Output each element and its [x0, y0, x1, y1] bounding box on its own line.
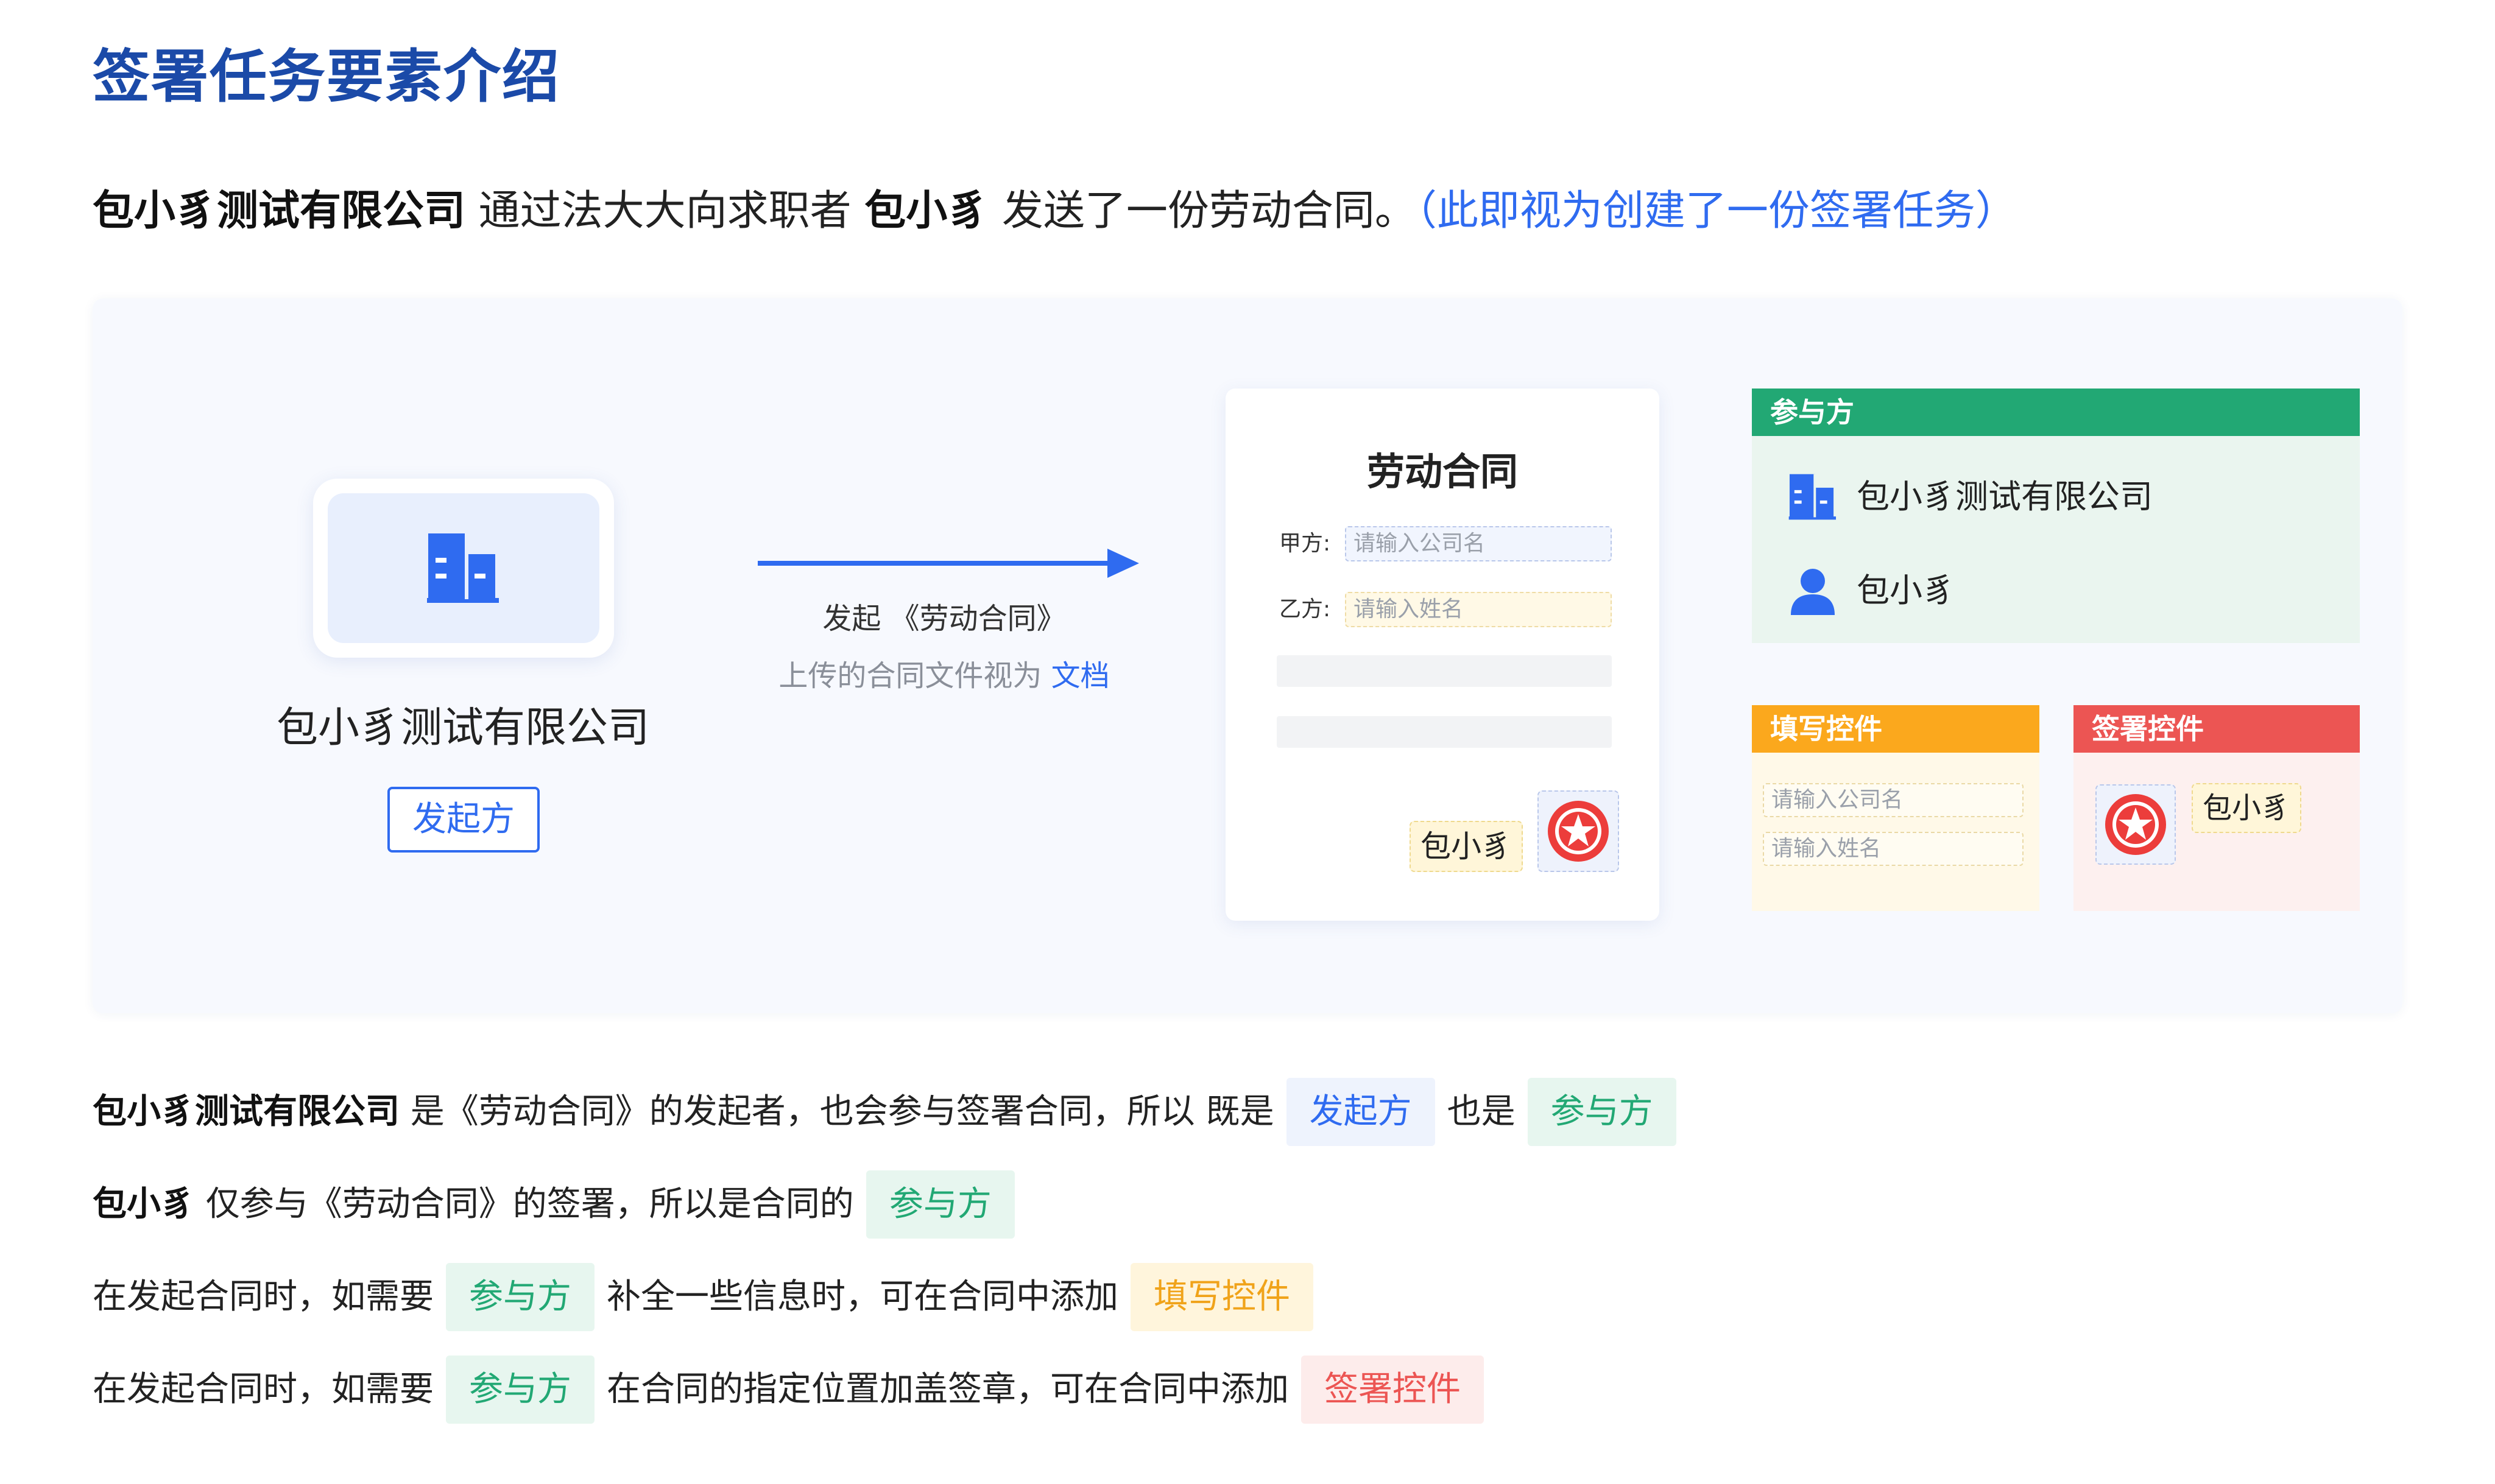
company-logo	[313, 479, 614, 658]
participant-chip: 参与方	[866, 1170, 1015, 1239]
initiator-company-name: 包小豸测试有限公司	[276, 704, 649, 752]
description-text: 在合同的指定位置加盖签章，可在合同中添加	[607, 1370, 1289, 1409]
document-text-line	[1277, 716, 1612, 748]
participant-person-name: 包小豸	[1857, 571, 1955, 610]
fill-controls-card: 填写控件 请输入公司名 请输入姓名	[1752, 705, 2039, 911]
document-title: 劳动合同	[1366, 449, 1518, 494]
participant-chip: 参与方	[446, 1356, 595, 1424]
description-text: 仅参与《劳动合同》的签署，所以是合同的	[195, 1184, 854, 1224]
company-logo-inner	[328, 493, 599, 643]
intro-sentence: 包小豸测试有限公司 通过法大大向求职者 包小豸 发送了一份劳动合同。（此即视为创…	[93, 178, 2017, 245]
person-icon	[1791, 569, 1835, 615]
fill-controls-card-header: 填写控件	[1752, 705, 2039, 753]
description-text: 是《劳动合同》的发起者，也会参与签署合同，所以 既是	[400, 1092, 1274, 1131]
seal-icon	[1548, 801, 1609, 862]
party-a-field: 请输入公司名	[1345, 526, 1612, 561]
participant-chip: 参与方	[446, 1263, 595, 1331]
description-line: 在发起合同时，如需要 参与方 补全一些信息时，可在合同中添加 填写控件	[93, 1263, 1325, 1331]
sign-control-seal	[2095, 784, 2176, 865]
party-b-label: 乙方:	[1279, 597, 1331, 622]
description-text: 也是	[1447, 1092, 1516, 1131]
initiator-tag: 发起方	[387, 787, 540, 853]
intro-note: （此即视为创建了一份签署任务）	[1416, 187, 2017, 235]
participants-card-header: 参与方	[1752, 389, 2360, 436]
intro-person: 包小豸	[864, 187, 989, 235]
party-a-label: 甲方:	[1279, 531, 1331, 556]
sign-control-signature: 包小豸	[2192, 783, 2301, 833]
description-line: 包小豸测试有限公司 是《劳动合同》的发起者，也会参与签署合同，所以 既是 发起方也…	[93, 1078, 1689, 1146]
document-seal	[1537, 790, 1619, 872]
participant-company-name: 包小豸测试有限公司	[1857, 477, 2153, 516]
arrow-subcaption-text: 上传的合同文件视为	[778, 659, 1051, 693]
document-link: 文档	[1051, 659, 1110, 693]
fill-control-company-field: 请输入公司名	[1763, 783, 2024, 817]
sign-controls-card: 签署控件 包小豸	[2073, 705, 2360, 911]
arrow-subcaption: 上传的合同文件视为 文档	[743, 654, 1145, 698]
participants-card: 参与方 包小豸测试有限公司 包小豸	[1752, 389, 2360, 643]
document-text-line	[1277, 655, 1612, 687]
contract-document: 劳动合同 甲方: 请输入公司名 乙方: 请输入姓名 包小豸	[1226, 389, 1659, 921]
building-icon	[427, 533, 499, 603]
document-signature: 包小豸	[1410, 821, 1523, 872]
party-b-field: 请输入姓名	[1345, 592, 1612, 627]
description-lead: 包小豸	[93, 1184, 195, 1224]
initiator-chip: 发起方	[1286, 1078, 1435, 1146]
intro-company: 包小豸测试有限公司	[93, 187, 466, 235]
description-text: 在发起合同时，如需要	[93, 1370, 434, 1409]
fill-control-name-field: 请输入姓名	[1763, 832, 2024, 866]
arrow-right-icon	[758, 549, 1139, 578]
intro-middle: 通过法大大向求职者	[465, 187, 865, 235]
fill-control-chip: 填写控件	[1131, 1263, 1313, 1331]
description-line: 在发起合同时，如需要 参与方 在合同的指定位置加盖签章，可在合同中添加 签署控件	[93, 1356, 1496, 1424]
description-line: 包小豸 仅参与《劳动合同》的签署，所以是合同的 参与方	[93, 1170, 1027, 1239]
page-title: 签署任务要素介绍	[93, 44, 561, 110]
sign-controls-card-header: 签署控件	[2073, 705, 2360, 753]
arrow-caption: 发起 《劳动合同》	[822, 602, 1066, 636]
seal-icon	[2105, 794, 2166, 855]
description-lead: 包小豸测试有限公司	[93, 1092, 400, 1131]
description-text: 补全一些信息时，可在合同中添加	[607, 1277, 1118, 1317]
participant-chip: 参与方	[1527, 1078, 1676, 1146]
sign-control-chip: 签署控件	[1301, 1356, 1484, 1424]
intro-end: 发送了一份劳动合同。	[989, 187, 1416, 235]
building-icon	[1788, 474, 1837, 520]
description-text: 在发起合同时，如需要	[93, 1277, 434, 1317]
